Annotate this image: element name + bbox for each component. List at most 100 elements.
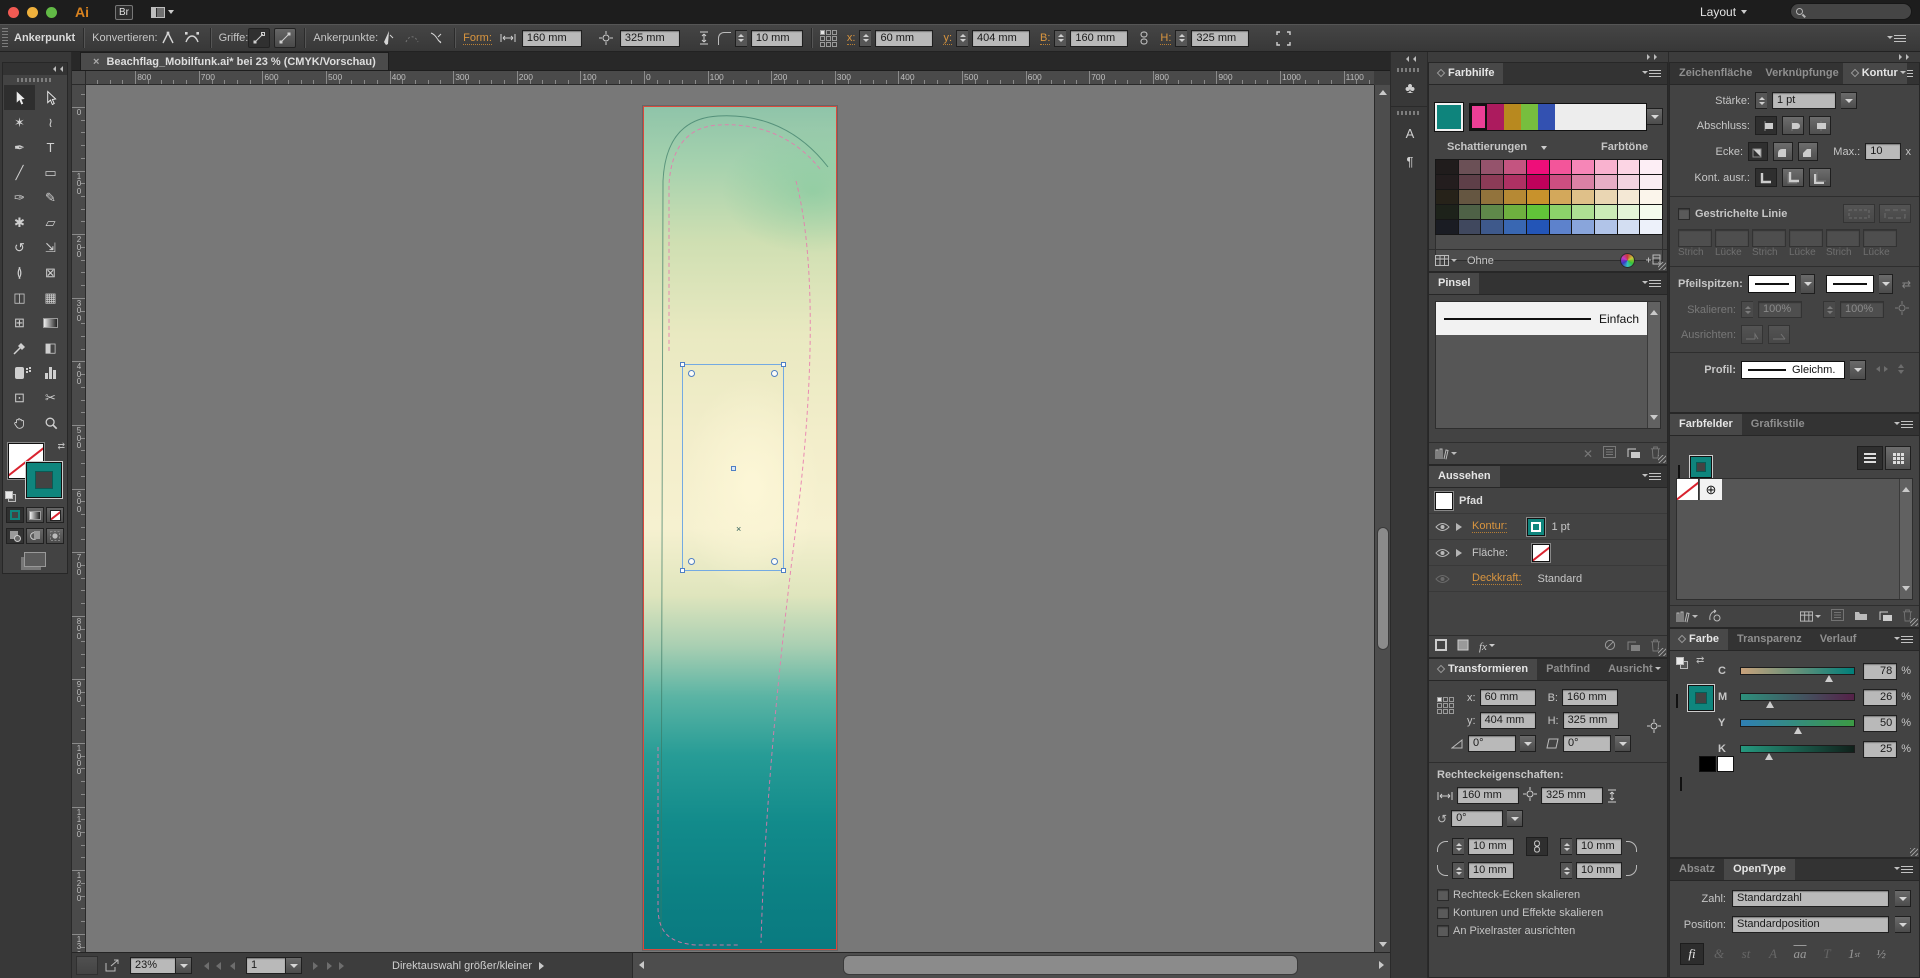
artboard-nav-dropdown[interactable] <box>286 957 302 974</box>
pen-tool[interactable]: ✒ <box>4 135 35 160</box>
harmony-color-2[interactable] <box>1504 104 1521 130</box>
corner-bl-icon[interactable] <box>1437 865 1448 876</box>
vertical-scroll-thumb[interactable] <box>1377 527 1389 650</box>
rotate-tool[interactable]: ↺ <box>4 235 35 260</box>
height-label[interactable]: H: <box>1160 32 1171 45</box>
miter-limit-field[interactable]: 10 <box>1865 143 1900 160</box>
anchor-bottom-left[interactable] <box>680 568 685 573</box>
tab-farbfelder[interactable]: Farbfelder <box>1670 414 1742 435</box>
transform-checkbox-2[interactable] <box>1437 925 1449 937</box>
cut-path-button[interactable] <box>426 29 446 47</box>
variation-swatch-1-2[interactable] <box>1481 175 1503 189</box>
pencil-tool[interactable]: ✎ <box>35 185 66 210</box>
opentype-menu-icon[interactable] <box>1901 869 1913 870</box>
tf-height-field[interactable]: 325 mm <box>1563 712 1619 729</box>
default-fill-stroke-icon[interactable] <box>5 491 17 503</box>
harmony-rules-dropdown[interactable] <box>1647 108 1663 125</box>
anchor-bottom-right[interactable] <box>781 568 786 573</box>
appearance-item-fill[interactable]: Fläche: <box>1429 540 1667 566</box>
variation-swatch-1-1[interactable] <box>1459 175 1481 189</box>
search-input[interactable] <box>1790 3 1912 20</box>
corner-bl-field[interactable]: 10 mm <box>1468 862 1514 879</box>
cap-round-button[interactable] <box>1782 116 1804 135</box>
variation-swatch-3-2[interactable] <box>1481 205 1503 219</box>
brushes-scrollbar[interactable] <box>1647 302 1660 428</box>
x-stepper[interactable] <box>859 30 871 47</box>
dash-field-4[interactable] <box>1826 229 1860 247</box>
share-icon[interactable] <box>102 957 122 975</box>
tab-farbhilfe[interactable]: Farbhilfe <box>1429 63 1503 84</box>
cmyk-slider-thumb-C[interactable] <box>1825 675 1833 682</box>
shades-label[interactable]: Schattierungen <box>1447 141 1527 153</box>
flip-across-icon[interactable] <box>1894 363 1908 378</box>
rect-link-icon[interactable] <box>1523 787 1537 804</box>
link-dimensions-icon[interactable] <box>596 29 616 47</box>
previous-artboard-button[interactable] <box>222 957 242 975</box>
next-artboard-button[interactable] <box>306 957 326 975</box>
reference-point-selector[interactable] <box>820 30 837 47</box>
tab-opentype[interactable]: OpenType <box>1724 859 1795 880</box>
new-swatch-icon[interactable] <box>1878 609 1892 624</box>
new-brush-icon[interactable] <box>1626 446 1640 461</box>
tf-x-field[interactable]: 60 mm <box>1480 689 1536 706</box>
convert-to-smooth-button[interactable] <box>182 29 202 47</box>
tf-y-field[interactable]: 404 mm <box>1480 712 1536 729</box>
color-variations-grid[interactable] <box>1435 159 1663 235</box>
draw-inside-button[interactable] <box>46 528 64 544</box>
transform-checkbox-1[interactable] <box>1437 907 1449 919</box>
rect-width-field[interactable]: 160 mm <box>1457 787 1519 804</box>
anchor-top-left[interactable] <box>680 362 685 367</box>
anchor-top-right[interactable] <box>781 362 786 367</box>
hand-tool[interactable] <box>4 410 35 435</box>
variation-swatch-4-1[interactable] <box>1459 220 1481 234</box>
res ize-grip[interactable] <box>1658 648 1666 656</box>
arrow-scale-start-field[interactable]: 100% <box>1758 301 1802 318</box>
lasso-tool[interactable]: ≀ <box>35 110 66 135</box>
x-label[interactable]: x: <box>847 32 856 45</box>
fill-proxy-none-2[interactable] <box>1676 694 1678 708</box>
swatch-registration[interactable]: ⊕ <box>1700 479 1722 500</box>
dashed-line-checkbox[interactable] <box>1678 208 1690 220</box>
variation-swatch-1-9[interactable] <box>1640 175 1662 189</box>
cap-butt-button[interactable] <box>1755 116 1777 135</box>
arrowhead-start-caret[interactable] <box>1801 274 1814 294</box>
grid-view-button[interactable] <box>1885 446 1911 470</box>
line-segment-tool[interactable]: ╱ <box>4 160 35 185</box>
arrow-scale-link-icon[interactable] <box>1895 301 1909 318</box>
rectangle-tool[interactable]: ▭ <box>35 160 66 185</box>
color-menu-icon[interactable] <box>1901 639 1913 640</box>
visibility-eye-icon[interactable] <box>1435 548 1450 558</box>
dock-grip[interactable] <box>1397 68 1421 72</box>
cs-live-button[interactable] <box>76 956 98 975</box>
free-transform-tool[interactable]: ⊠ <box>35 260 66 285</box>
paragraph-styles-panel-icon[interactable]: ¶ <box>1391 147 1429 175</box>
variation-swatch-4-6[interactable] <box>1572 220 1594 234</box>
scale-tool[interactable]: ⇲ <box>35 235 66 260</box>
join-bevel-button[interactable] <box>1798 142 1818 161</box>
brushes-menu-icon[interactable] <box>1649 283 1661 284</box>
dock-grip-2[interactable] <box>1397 111 1421 115</box>
variation-swatch-2-9[interactable] <box>1640 190 1662 204</box>
bridge-button[interactable]: Br <box>115 5 133 20</box>
shades-dropdown-icon[interactable] <box>1541 146 1547 150</box>
convert-to-corner-button[interactable] <box>158 29 178 47</box>
appearance-item-path[interactable]: Pfad <box>1429 488 1667 514</box>
variation-swatch-4-9[interactable] <box>1640 220 1662 234</box>
cmyk-slider-K[interactable] <box>1740 745 1855 753</box>
variation-swatch-4-7[interactable] <box>1595 220 1617 234</box>
dash-field-0[interactable] <box>1678 229 1712 247</box>
variation-swatch-4-2[interactable] <box>1481 220 1503 234</box>
y-label[interactable]: y: <box>943 32 952 45</box>
variation-swatch-1-4[interactable] <box>1527 175 1549 189</box>
horizontal-scrollbar[interactable] <box>632 953 1390 978</box>
transform-checkbox-0[interactable] <box>1437 889 1449 901</box>
brush-libraries-icon[interactable] <box>1435 448 1457 460</box>
tab-pathfinder[interactable]: Pathfind <box>1537 659 1599 680</box>
selection-center-anchor[interactable] <box>731 466 736 471</box>
variation-swatch-0-0[interactable] <box>1436 160 1458 174</box>
tf-rotate-dropdown[interactable] <box>1520 735 1536 752</box>
variation-swatch-4-5[interactable] <box>1550 220 1572 234</box>
arrowhead-end-dropdown[interactable] <box>1826 275 1875 293</box>
brush-options-icon[interactable] <box>1603 446 1616 461</box>
show-swatch-kinds-icon[interactable] <box>1800 611 1821 622</box>
